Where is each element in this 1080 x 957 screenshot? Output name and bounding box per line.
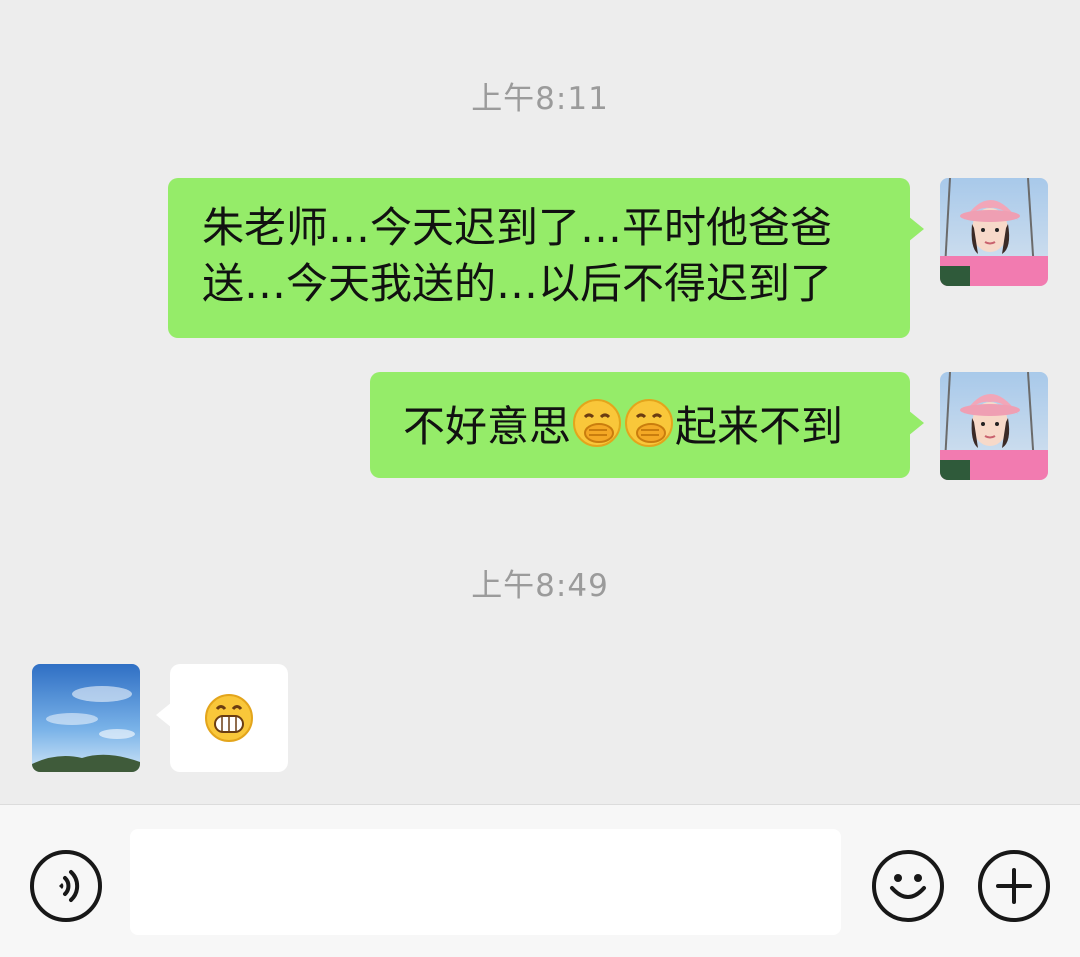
more-button[interactable] xyxy=(978,850,1050,922)
plus-icon xyxy=(996,868,1032,904)
my-avatar[interactable] xyxy=(940,178,1048,286)
my-avatar[interactable] xyxy=(940,372,1048,480)
message-input[interactable] xyxy=(130,829,841,935)
contact-avatar[interactable] xyxy=(32,664,140,772)
timestamp: 上午8:11 xyxy=(471,81,609,117)
input-bar xyxy=(0,804,1080,957)
message-text: 起来不到 xyxy=(675,402,844,451)
message-text: 不好意思 xyxy=(403,402,572,451)
voice-wave-icon xyxy=(59,870,80,902)
grinning-teeth-emoji-icon xyxy=(203,692,255,758)
smiley-face-icon xyxy=(890,874,926,899)
timestamp: 上午8:49 xyxy=(471,568,609,604)
message-line: 朱老师…今天迟到了…平时他爸爸 xyxy=(202,203,833,252)
voice-button[interactable] xyxy=(30,850,102,922)
covering-mouth-laugh-emoji-icon xyxy=(571,397,623,463)
contact-message-bubble[interactable] xyxy=(156,664,288,772)
covering-mouth-laugh-emoji-icon xyxy=(623,397,675,463)
my-message-bubble[interactable]: 朱老师…今天迟到了…平时他爸爸 送…今天我送的…以后不得迟到了 xyxy=(168,178,924,338)
chat-area: 上午8:11 朱老师…今天迟到了…平时他爸爸 送…今天我送的…以后不得迟到了 不… xyxy=(0,0,1080,804)
emoji-button[interactable] xyxy=(872,850,944,922)
my-message-bubble[interactable]: 不好意思 起来不到 xyxy=(370,372,924,478)
message-line: 送…今天我送的…以后不得迟到了 xyxy=(202,259,833,308)
